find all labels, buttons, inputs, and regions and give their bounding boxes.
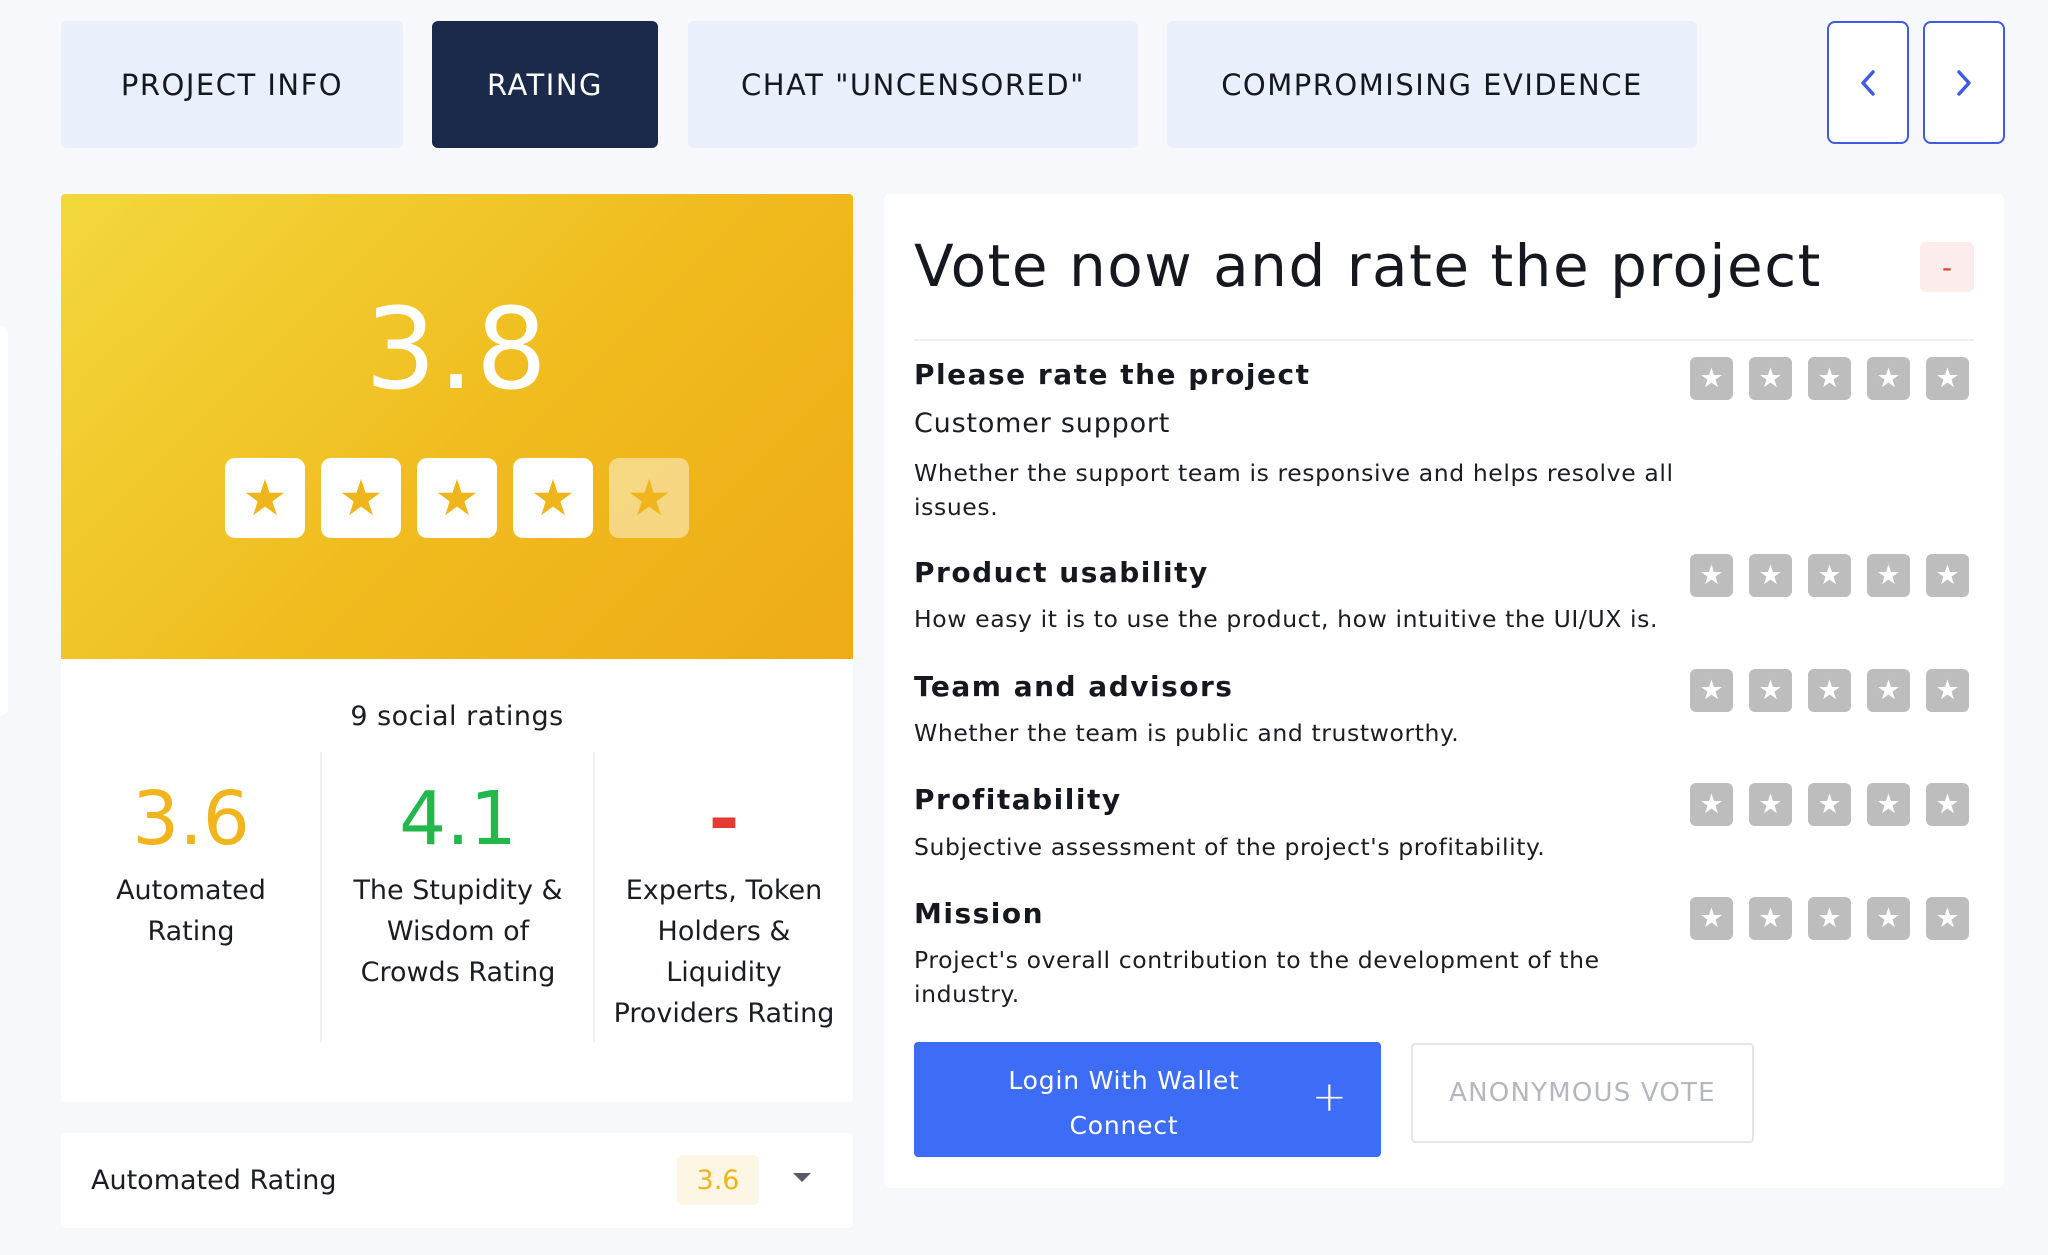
star-icon[interactable]: ★ [1926,897,1969,940]
star-icon[interactable]: ★ [1867,897,1910,940]
tab-chat-uncensored[interactable]: CHAT "UNCENSORED" [688,21,1138,148]
star-icon[interactable]: ★ [1867,554,1910,597]
star-icon[interactable]: ★ [1926,357,1969,400]
star-icon[interactable]: ★ [1690,554,1733,597]
star-icon[interactable]: ★ [1867,669,1910,712]
automated-rating-dropdown[interactable]: Automated Rating 3.6 [61,1133,853,1228]
star-icon[interactable]: ★ [1808,669,1851,712]
rating-input-customer-support[interactable]: ★ ★ ★ ★ ★ [1690,357,1969,400]
criterion-title: Mission [914,897,1045,930]
star-icon[interactable]: ★ [1749,669,1792,712]
crowds-rating-value: 4.1 [399,776,517,862]
tab-rating[interactable]: RATING [432,21,658,148]
star-icon[interactable]: ★ [1749,554,1792,597]
criterion-description: Project's overall contribution to the de… [914,946,1600,1008]
criterion-description: Whether the team is public and trustwort… [914,719,1460,747]
automated-rating-badge: 3.6 [677,1155,759,1205]
login-wallet-connect-button[interactable]: Login With Wallet Connect + [914,1042,1381,1157]
anonymous-vote-button[interactable]: ANONYMOUS VOTE [1411,1043,1754,1143]
overall-rating-panel: 3.8 ★ ★ ★ ★ ★ [61,194,853,659]
rating-input-team-advisors[interactable]: ★ ★ ★ ★ ★ [1690,669,1969,712]
star-icon[interactable]: ★ [1749,783,1792,826]
criterion-description: Subjective assessment of the project's p… [914,833,1546,861]
criterion-title: Team and advisors [914,670,1234,703]
side-panel-edge [0,326,8,716]
star-icon[interactable]: ★ [1808,783,1851,826]
tab-project-info[interactable]: PROJECT INFO [61,21,403,148]
automated-rating-value: 3.6 [132,776,250,862]
crowds-rating: 4.1 The Stupidity & Wisdom of Crowds Rat… [322,752,594,1042]
star-icon[interactable]: ★ [1926,783,1969,826]
experts-rating-value: - [708,776,740,862]
next-tab-button[interactable] [1923,21,2005,144]
overall-score: 3.8 [364,285,550,415]
star-icon[interactable]: ★ [1690,357,1733,400]
caret-down-icon[interactable] [793,1173,811,1182]
overall-stars: ★ ★ ★ ★ ★ [225,458,689,538]
star-icon[interactable]: ★ [1867,357,1910,400]
star-icon[interactable]: ★ [1926,669,1969,712]
collapse-button[interactable]: - [1920,242,1974,292]
crowds-rating-label: The Stupidity & Wisdom of Crowds Rating [353,875,563,988]
tab-label: RATING [487,67,603,102]
star-icon[interactable]: ★ [1690,897,1733,940]
rating-input-profitability[interactable]: ★ ★ ★ ★ ★ [1690,783,1969,826]
automated-rating: 3.6 Automated Rating [61,752,321,1042]
star-icon: ★ [225,458,305,538]
tab-label: COMPROMISING EVIDENCE [1221,67,1643,102]
rate-intro: Please rate the project [914,358,1311,391]
social-ratings-count: 9 social ratings [350,701,564,732]
tab-compromising-evidence[interactable]: COMPROMISING EVIDENCE [1167,21,1697,148]
star-icon: ★ [321,458,401,538]
experts-rating-label: Experts, Token Holders & Liquidity Provi… [613,875,835,1029]
star-icon[interactable]: ★ [1808,554,1851,597]
star-icon[interactable]: ★ [1808,357,1851,400]
criterion-description: How easy it is to use the product, how i… [914,605,1659,633]
login-button-label: Login With Wallet Connect [1008,1066,1240,1140]
criterion-title: Profitability [914,783,1122,816]
chevron-left-icon [1861,69,1875,96]
star-icon: ★ [609,458,689,538]
criterion-title: Customer support [914,408,1171,439]
star-icon[interactable]: ★ [1867,783,1910,826]
star-icon[interactable]: ★ [1690,783,1733,826]
tab-label: CHAT "UNCENSORED" [741,67,1085,102]
divider [914,339,1974,341]
star-icon[interactable]: ★ [1808,897,1851,940]
automated-rating-label: Automated Rating [116,875,266,947]
star-icon[interactable]: ★ [1749,897,1792,940]
star-icon[interactable]: ★ [1749,357,1792,400]
star-icon[interactable]: ★ [1690,669,1733,712]
criterion-title: Product usability [914,556,1209,589]
chevron-right-icon [1957,69,1971,96]
star-icon: ★ [513,458,593,538]
prev-tab-button[interactable] [1827,21,1909,144]
plus-icon: + [1311,1072,1347,1121]
automated-rating-dropdown-label: Automated Rating [91,1165,337,1196]
star-icon[interactable]: ★ [1926,554,1969,597]
criterion-description: Whether the support team is responsive a… [914,459,1674,521]
vote-title: Vote now and rate the project [914,232,1822,300]
rating-input-mission[interactable]: ★ ★ ★ ★ ★ [1690,897,1969,940]
star-icon: ★ [417,458,497,538]
rating-summary-card: 9 social ratings 3.6 Automated Rating 4.… [61,659,853,1102]
experts-rating: - Experts, Token Holders & Liquidity Pro… [595,752,853,1042]
vote-card: Vote now and rate the project - Please r… [884,194,2004,1188]
rating-input-product-usability[interactable]: ★ ★ ★ ★ ★ [1690,554,1969,597]
tab-label: PROJECT INFO [120,67,344,102]
